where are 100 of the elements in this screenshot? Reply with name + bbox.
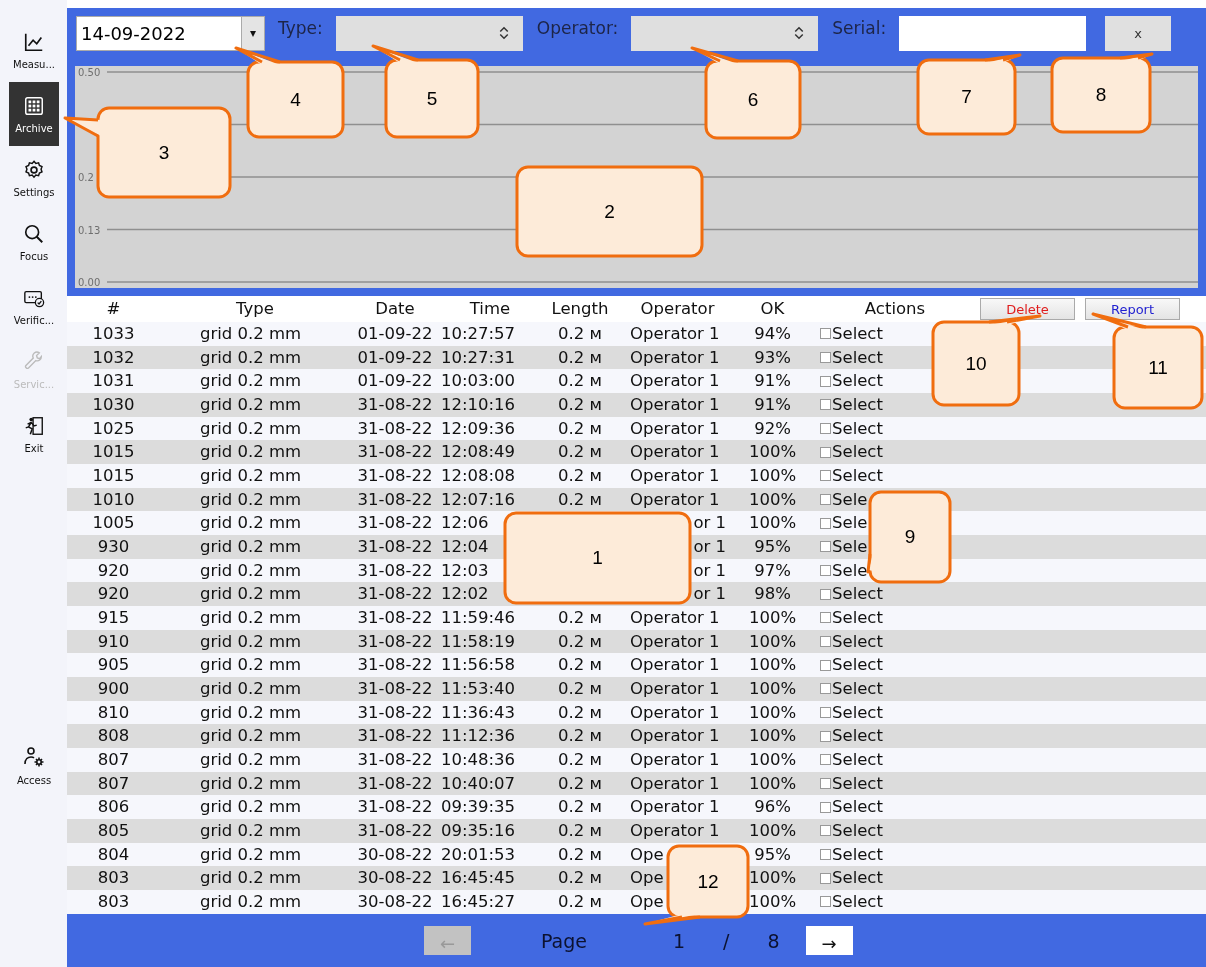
checkbox[interactable] xyxy=(820,730,831,742)
checkbox[interactable] xyxy=(820,707,831,719)
sidebar-item[interactable]: Archive xyxy=(9,82,59,146)
table-cell-text: Operator 1 xyxy=(630,465,720,488)
table-cell-text: 0.2 м xyxy=(557,772,603,795)
checkbox-label[interactable]: Select xyxy=(832,464,883,488)
table-cell-text: 11:12:36 xyxy=(440,725,517,748)
checkbox-label[interactable]: Select xyxy=(832,819,883,843)
checkbox[interactable] xyxy=(820,517,831,529)
checkbox-label[interactable]: Sele xyxy=(832,487,868,512)
sidebar-label: Exit xyxy=(24,442,44,454)
checkbox[interactable] xyxy=(820,588,831,600)
table-cell-text: 1010 xyxy=(91,488,136,511)
checkbox-label[interactable]: Select xyxy=(832,724,883,749)
table-cell-text: grid 0.2 mm xyxy=(199,346,303,369)
checkbox[interactable] xyxy=(820,659,831,671)
table-cell-text: 93% xyxy=(753,346,792,369)
sidebar-item[interactable]: Measu... xyxy=(9,18,59,82)
table-cell-text: 12:06 xyxy=(440,512,490,535)
table-cell-text: Operator 1 xyxy=(630,701,720,724)
table-cell-text: 95% xyxy=(753,536,792,559)
table-cell-text: 31-08-22 xyxy=(356,488,434,511)
checkbox-label[interactable]: Select xyxy=(832,866,883,891)
tick-label: 0.50 xyxy=(78,67,101,78)
column-header: # xyxy=(105,298,122,320)
sidebar-item[interactable]: Access xyxy=(9,733,59,797)
checkbox-label[interactable]: Select xyxy=(832,440,883,465)
checkbox-label[interactable]: Select xyxy=(832,322,883,346)
checkbox[interactable] xyxy=(820,541,831,553)
callout-number: 6 xyxy=(747,88,759,111)
checkbox-label[interactable]: Select xyxy=(832,677,883,701)
table-cell-text: grid 0.2 mm xyxy=(199,394,303,416)
checkbox[interactable] xyxy=(820,896,831,908)
checkbox[interactable] xyxy=(820,778,831,790)
table-cell-text: grid 0.2 mm xyxy=(199,417,303,440)
checkbox[interactable] xyxy=(820,375,831,387)
table-cell-text: 12:10:16 xyxy=(440,394,517,416)
checkbox[interactable] xyxy=(820,352,831,363)
checkbox-label[interactable]: Select xyxy=(832,629,883,654)
page-button[interactable]: → xyxy=(805,926,853,955)
checkbox-label[interactable]: Sele xyxy=(832,558,868,583)
table-cell-text: 100% xyxy=(747,772,798,795)
sidebar-item[interactable]: Focus xyxy=(9,210,59,274)
table-cell-text: 0.2 м xyxy=(557,441,603,464)
checkbox[interactable] xyxy=(820,636,831,648)
checkbox[interactable] xyxy=(820,849,831,861)
checkbox[interactable] xyxy=(820,683,831,695)
checkbox[interactable] xyxy=(820,801,831,813)
checkbox[interactable] xyxy=(820,565,831,577)
clear-button[interactable]: x xyxy=(1105,15,1172,51)
checkbox-label[interactable]: Sele xyxy=(832,511,868,536)
checkbox-label[interactable]: Select xyxy=(832,795,883,820)
checkbox[interactable] xyxy=(820,399,831,411)
checkbox[interactable] xyxy=(820,825,831,837)
table-cell-text: 100% xyxy=(747,749,798,772)
checkbox-label[interactable]: Select xyxy=(832,653,883,678)
checkbox-label[interactable]: Select xyxy=(832,369,883,394)
table-cell-text: Operator 1 xyxy=(630,441,720,464)
type-select[interactable] xyxy=(335,15,523,51)
checkbox-label[interactable]: Select xyxy=(832,393,883,417)
table-cell-text: grid 0.2 mm xyxy=(199,678,303,701)
checkbox[interactable] xyxy=(820,423,831,435)
checkbox-label[interactable]: Select xyxy=(832,582,883,607)
report-button[interactable]: Report xyxy=(1085,298,1180,320)
table-cell-text: or 1 xyxy=(693,536,726,559)
dropdown-button[interactable]: ▾ xyxy=(241,16,264,50)
operator-select[interactable] xyxy=(631,15,819,51)
checkbox[interactable] xyxy=(820,872,831,884)
sidebar-item[interactable]: Exit xyxy=(9,402,59,466)
checkbox-label[interactable]: Select xyxy=(832,890,883,914)
column-header: OK xyxy=(759,298,786,320)
table-cell-text: 31-08-22 xyxy=(356,654,434,677)
checkbox-label[interactable]: Select xyxy=(832,700,883,725)
serial-field[interactable] xyxy=(899,15,1087,51)
checkbox-label[interactable]: Select xyxy=(832,748,883,772)
checkbox-label[interactable]: Select xyxy=(832,771,883,796)
table-cell-text: 100% xyxy=(747,607,798,630)
table-cell-text: 96% xyxy=(753,796,792,819)
checkbox-label[interactable]: Select xyxy=(832,416,883,441)
sidebar-item[interactable]: Settings xyxy=(9,146,59,210)
checkbox[interactable] xyxy=(820,446,831,458)
table-cell-text: 0.2 м xyxy=(557,725,603,748)
checkbox-label[interactable]: Select xyxy=(832,345,883,370)
checkbox[interactable] xyxy=(820,470,831,482)
table-cell-text: 31-08-22 xyxy=(356,678,434,701)
checkbox[interactable] xyxy=(820,612,831,624)
callout-number: 7 xyxy=(961,86,972,108)
checkbox[interactable] xyxy=(820,328,831,340)
table-cell-text: 31-08-22 xyxy=(356,701,434,724)
checkbox[interactable] xyxy=(820,494,831,506)
date-field[interactable]: 14-09-2022 ▾ xyxy=(76,15,265,51)
table-cell-text: 95% xyxy=(753,843,792,866)
table-cell-text: grid 0.2 mm xyxy=(199,772,303,795)
sidebar-label: Access xyxy=(16,774,52,786)
checkbox-label[interactable]: Select xyxy=(832,606,883,630)
checkbox[interactable] xyxy=(820,754,831,766)
sidebar-item[interactable]: Verific... xyxy=(9,274,59,338)
checkbox-label[interactable]: Sele xyxy=(832,535,868,559)
delete-button[interactable]: Delete xyxy=(980,298,1075,320)
checkbox-label[interactable]: Select xyxy=(832,842,883,867)
